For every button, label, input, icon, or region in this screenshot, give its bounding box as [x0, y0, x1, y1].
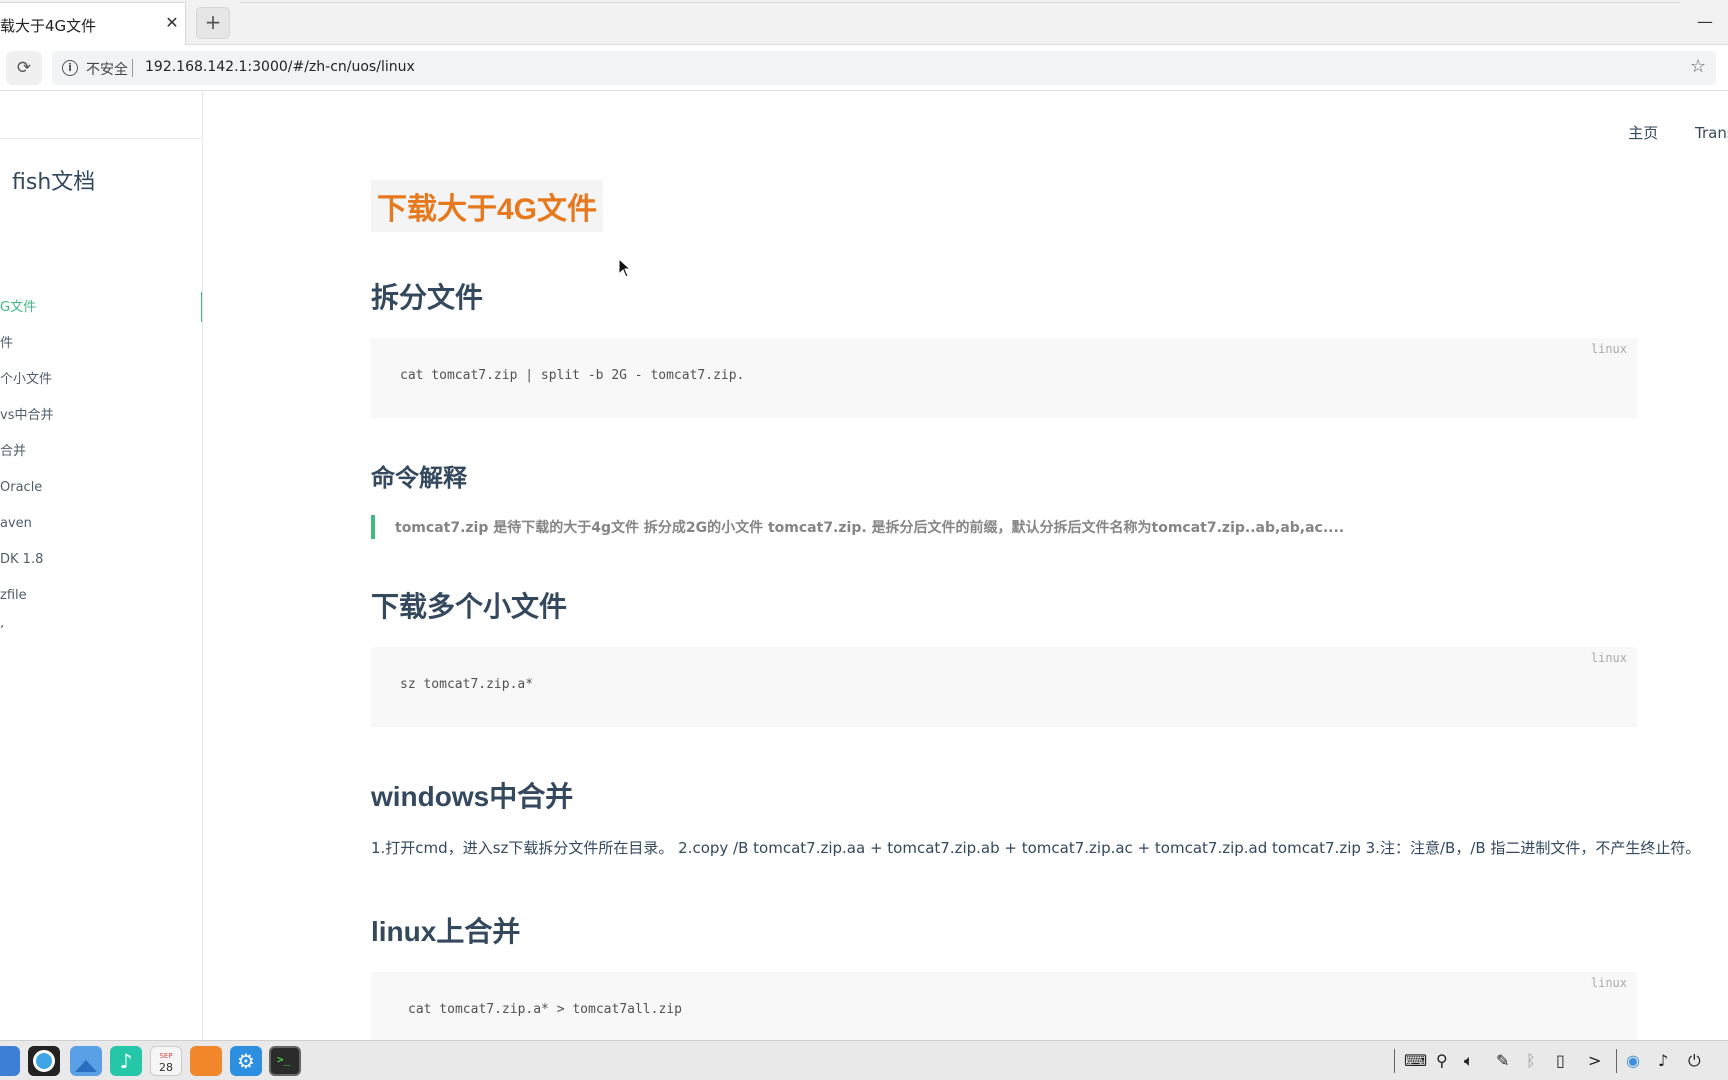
browser-tab-bar: 载大于4G文件 ✕ + — — [0, 0, 1728, 45]
power-icon[interactable]: ⏻ — [1688, 1051, 1701, 1071]
heading-linux: linux上合并 — [371, 916, 521, 947]
omnibox-separator — [132, 59, 133, 77]
top-nav: 主页 Transla — [1628, 122, 1728, 143]
calendar-icon[interactable]: SEP 28 — [150, 1046, 182, 1076]
sidebar-item-windows-merge[interactable]: vs中合并 — [0, 398, 202, 434]
code-lang-label: linux — [1590, 976, 1627, 990]
address-bar: ⟳ i 不安全 192.168.142.1:3000/#/zh-cn/uos/l… — [0, 45, 1728, 91]
new-tab-button[interactable]: + — [196, 7, 230, 39]
sidebar-item-zfile[interactable]: zfile — [0, 578, 202, 614]
tabbar-divider — [240, 2, 1680, 3]
close-icon[interactable]: ✕ — [163, 13, 181, 33]
sidebar-item-label: vs中合并 — [0, 408, 54, 423]
blockquote-explain: tomcat7.zip 是待下载的大于4g文件 拆分成2G的小文件 tomcat… — [371, 515, 1637, 539]
network-icon[interactable]: ◉ — [1626, 1051, 1640, 1070]
sidebar-item-label: 件 — [0, 336, 14, 351]
code-text[interactable]: sz tomcat7.zip.a* — [400, 677, 533, 692]
nav-translate-link[interactable]: Transla — [1695, 124, 1728, 142]
browser-icon[interactable] — [28, 1046, 60, 1076]
code-lang-label: linux — [1590, 651, 1627, 665]
sidebar-item-download-4g[interactable]: G文件 — [0, 290, 202, 326]
sidebar: fish文档 G文件 件 个小文件 vs中合并 合并 Oracle aven D… — [0, 92, 203, 1040]
heading-explain: 命令解释 — [371, 465, 467, 492]
minimize-button[interactable]: — — [1697, 12, 1713, 31]
omnibox[interactable]: i 不安全 192.168.142.1:3000/#/zh-cn/uos/lin… — [52, 51, 1716, 85]
heading-windows: windows中合并 — [371, 781, 574, 812]
app-name[interactable]: fish文档 — [12, 164, 95, 196]
keyboard-icon[interactable]: ⌨ — [1404, 1051, 1427, 1070]
file-manager-icon[interactable] — [0, 1046, 20, 1076]
sidebar-item-linux-merge[interactable]: 合并 — [0, 434, 202, 470]
calendar-day: 28 — [159, 1061, 173, 1074]
code-block-split: linux cat tomcat7.zip | split -b 2G - to… — [371, 338, 1637, 418]
sidebar-item-more[interactable]: ’ — [0, 614, 202, 650]
nav-home-link[interactable]: 主页 — [1628, 124, 1658, 142]
bluetooth-icon[interactable]: ᛒ — [1526, 1051, 1536, 1070]
info-icon[interactable]: i — [62, 60, 78, 76]
sidebar-item-label: 个小文件 — [0, 372, 53, 387]
sidebar-item-label: DK 1.8 — [0, 552, 44, 567]
code-text[interactable]: cat tomcat7.zip | split -b 2G - tomcat7.… — [400, 368, 744, 383]
sidebar-item-download-small[interactable]: 个小文件 — [0, 362, 202, 398]
terminal-icon[interactable]: >_ — [269, 1046, 301, 1076]
sidebar-item-label: G文件 — [0, 300, 37, 315]
reload-icon[interactable]: ⟳ — [6, 51, 42, 85]
taskbar: ♪ SEP 28 ⚙ >_ ⌨ ⚲ 🔈︎ ✎ ᛒ ▯ > ◉ ♪ ⏻ — [0, 1040, 1728, 1080]
pen-icon[interactable]: ✎ — [1496, 1051, 1509, 1070]
sidebar-item-label: 合并 — [0, 444, 27, 459]
sidebar-item-label: Oracle — [0, 480, 43, 495]
sidebar-item-oracle[interactable]: Oracle — [0, 470, 202, 506]
code-block-download: linux sz tomcat7.zip.a* — [371, 647, 1637, 727]
security-label[interactable]: 不安全 — [86, 59, 128, 79]
page-title: 下载大于4G文件 — [371, 180, 604, 232]
app-store-icon[interactable] — [190, 1046, 222, 1076]
tab-title: 载大于4G文件 — [0, 17, 97, 35]
expand-icon[interactable]: > — [1588, 1051, 1601, 1070]
url-text[interactable]: 192.168.142.1:3000/#/zh-cn/uos/linux — [145, 59, 415, 75]
volume-icon[interactable]: 🔈︎ — [1464, 1051, 1474, 1071]
sidebar-item-label: ’ — [0, 624, 5, 639]
browser-tab-active[interactable]: 载大于4G文件 ✕ — [0, 2, 186, 45]
heading-download: 下载多个小文件 — [371, 591, 568, 622]
heading-split: 拆分文件 — [371, 282, 484, 313]
image-viewer-icon[interactable] — [70, 1046, 102, 1076]
music-icon[interactable]: ♪ — [110, 1046, 142, 1076]
bell-icon[interactable]: ♪ — [1658, 1051, 1668, 1070]
tray-separator — [1394, 1049, 1395, 1073]
sidebar-item-label: aven — [0, 516, 32, 531]
code-block-linux: linux cat tomcat7.zip.a* > tomcat7all.zi… — [371, 972, 1637, 1040]
paragraph-windows: 1.打开cmd，进入sz下载拆分文件所在目录。 2.copy /B tomcat… — [371, 839, 1701, 857]
sidebar-item-split[interactable]: 件 — [0, 326, 202, 362]
device-icon[interactable]: ▯ — [1556, 1051, 1565, 1070]
sidebar-divider — [0, 138, 202, 139]
code-lang-label: linux — [1590, 342, 1627, 356]
tray-separator — [1616, 1049, 1617, 1073]
settings-icon[interactable]: ⚙ — [230, 1046, 262, 1076]
mouse-cursor-icon — [618, 258, 632, 278]
main-content: 主页 Transla 下载大于4G文件 拆分文件 linux cat tomca… — [204, 92, 1728, 1040]
sidebar-item-jdk[interactable]: DK 1.8 — [0, 542, 202, 578]
sidebar-item-label: zfile — [0, 588, 27, 603]
sidebar-nav: G文件 件 个小文件 vs中合并 合并 Oracle aven DK 1.8 z… — [0, 290, 202, 650]
code-text[interactable]: cat tomcat7.zip.a* > tomcat7all.zip — [408, 1002, 682, 1017]
sidebar-item-maven[interactable]: aven — [0, 506, 202, 542]
bookmark-star-icon[interactable]: ☆ — [1690, 56, 1706, 77]
usb-icon[interactable]: ⚲ — [1436, 1051, 1448, 1070]
article: 下载大于4G文件 拆分文件 linux cat tomcat7.zip | sp… — [371, 180, 1701, 1040]
